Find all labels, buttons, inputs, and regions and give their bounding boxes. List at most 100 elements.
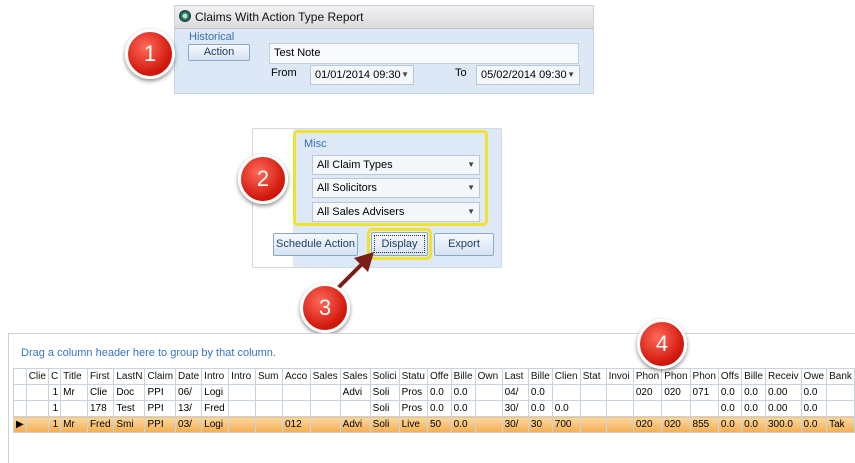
table-cell: 0.0: [450, 400, 476, 417]
column-header[interactable]: Sales: [309, 368, 341, 385]
table-cell: Advi: [339, 384, 371, 401]
table-cell: 1: [47, 384, 62, 401]
column-header[interactable]: [13, 368, 27, 385]
table-cell: [605, 384, 634, 401]
export-button[interactable]: Export: [434, 233, 494, 256]
column-header[interactable]: Intro: [201, 368, 230, 385]
table-cell: Pros: [398, 400, 428, 417]
table-cell: Soli: [369, 400, 400, 417]
to-datetime-select[interactable]: 05/02/2014 09:30 ▼: [476, 65, 580, 85]
column-header[interactable]: First: [86, 368, 115, 385]
table-cell: 1: [47, 416, 62, 433]
column-header[interactable]: Bille: [527, 368, 553, 385]
column-header[interactable]: C: [47, 368, 62, 385]
table-cell: [579, 384, 607, 401]
column-header[interactable]: Phon: [632, 368, 663, 385]
table-cell: Fred: [86, 416, 115, 433]
sales-advisers-select[interactable]: All Sales Advisers ▼: [312, 202, 480, 222]
table-cell: 0.0: [741, 384, 766, 401]
column-header[interactable]: Date: [175, 368, 203, 385]
column-header[interactable]: Statu: [398, 368, 428, 385]
table-cell: Mr: [60, 384, 88, 401]
column-header[interactable]: LastN: [113, 368, 146, 385]
table-cell: 020: [632, 416, 663, 433]
table-cell: 0.0: [800, 416, 828, 433]
table-cell: 0.0: [800, 384, 828, 401]
column-header[interactable]: Bank: [826, 368, 855, 385]
table-cell: 30/: [501, 400, 529, 417]
historical-panel: Claims With Action Type Report Historica…: [174, 5, 594, 94]
column-header[interactable]: Owe: [800, 368, 828, 385]
column-header[interactable]: Intro: [228, 368, 256, 385]
results-grid: Drag a column header here to group by th…: [8, 333, 855, 463]
table-cell: Logi: [201, 416, 230, 433]
app-icon: [179, 10, 191, 22]
table-cell: [281, 384, 311, 401]
column-header[interactable]: Clien: [551, 368, 581, 385]
row-indicator: ▶: [13, 416, 27, 433]
table-cell: 0.0: [717, 384, 743, 401]
table-cell: [605, 416, 634, 433]
table-cell: [60, 400, 88, 417]
solicitors-select[interactable]: All Solicitors ▼: [312, 178, 480, 198]
table-cell: [605, 400, 634, 417]
note-field[interactable]: Test Note: [269, 43, 579, 64]
historical-group-label: Historical: [189, 31, 235, 43]
table-cell: [228, 384, 256, 401]
claim-types-select[interactable]: All Claim Types ▼: [312, 155, 480, 175]
table-cell: 0.0: [741, 400, 766, 417]
window-titlebar: Claims With Action Type Report: [175, 6, 593, 29]
table-cell: 178: [86, 400, 115, 417]
table-cell: 04/: [501, 384, 529, 401]
table-cell: Advi: [339, 416, 371, 433]
table-cell: [551, 384, 581, 401]
table-cell: Pros: [398, 384, 428, 401]
from-label: From: [271, 67, 297, 79]
table-row[interactable]: 1 Mr Clie Doc PPI 06/Logi Advi Soli Pros 0.0 0.0 04…: [13, 384, 855, 401]
column-header[interactable]: Offe: [426, 368, 452, 385]
table-cell: Live: [398, 416, 428, 433]
column-header[interactable]: Last: [501, 368, 529, 385]
table-cell: [254, 416, 283, 433]
column-header[interactable]: Phon: [689, 368, 719, 385]
table-cell: 855: [689, 416, 719, 433]
column-header[interactable]: Stat: [579, 368, 607, 385]
table-cell: [25, 384, 49, 401]
column-header[interactable]: Own: [474, 368, 503, 385]
column-header[interactable]: Bille: [450, 368, 476, 385]
table-cell: PPI: [144, 384, 177, 401]
column-header[interactable]: Title: [60, 368, 88, 385]
table-cell: [228, 416, 256, 433]
column-header[interactable]: Solici: [369, 368, 400, 385]
table-row[interactable]: 1 178 Test PPI 13/Fred Soli Pros 0.0 0.0 30/0.0 0.…: [13, 400, 855, 417]
table-cell: [309, 384, 341, 401]
table-cell: [25, 416, 49, 433]
table-cell: 0.0: [741, 416, 766, 433]
action-button[interactable]: Action: [188, 44, 250, 61]
table-cell: 071: [689, 384, 719, 401]
group-by-hint: Drag a column header here to group by th…: [21, 347, 276, 359]
column-header[interactable]: Offs: [717, 368, 743, 385]
column-header[interactable]: Acco: [281, 368, 311, 385]
table-cell: 30: [527, 416, 553, 433]
column-header[interactable]: Sales: [339, 368, 371, 385]
column-header[interactable]: Claim: [144, 368, 177, 385]
from-datetime-select[interactable]: 01/01/2014 09:30 ▼: [310, 65, 414, 85]
table-cell: Clie: [86, 384, 115, 401]
table-cell: Test: [113, 400, 146, 417]
column-header[interactable]: Clie: [25, 368, 49, 385]
column-header[interactable]: Receiv: [764, 368, 802, 385]
column-header[interactable]: Sum: [254, 368, 283, 385]
table-cell: [254, 384, 283, 401]
table-cell: 50: [426, 416, 452, 433]
table-cell: Mr: [60, 416, 88, 433]
column-header[interactable]: Phon: [661, 368, 691, 385]
table-row[interactable]: ▶ 1 Mr Fred Smi PPI 03/Logi 012 Advi Soli Live 50 0.…: [13, 416, 855, 433]
column-header[interactable]: Bille: [741, 368, 766, 385]
table-cell: [661, 400, 691, 417]
to-label: To: [455, 67, 467, 79]
table-cell: 06/: [175, 384, 203, 401]
table-cell: [228, 400, 256, 417]
table-cell: 0.0: [450, 384, 476, 401]
column-header[interactable]: Invoi: [605, 368, 634, 385]
